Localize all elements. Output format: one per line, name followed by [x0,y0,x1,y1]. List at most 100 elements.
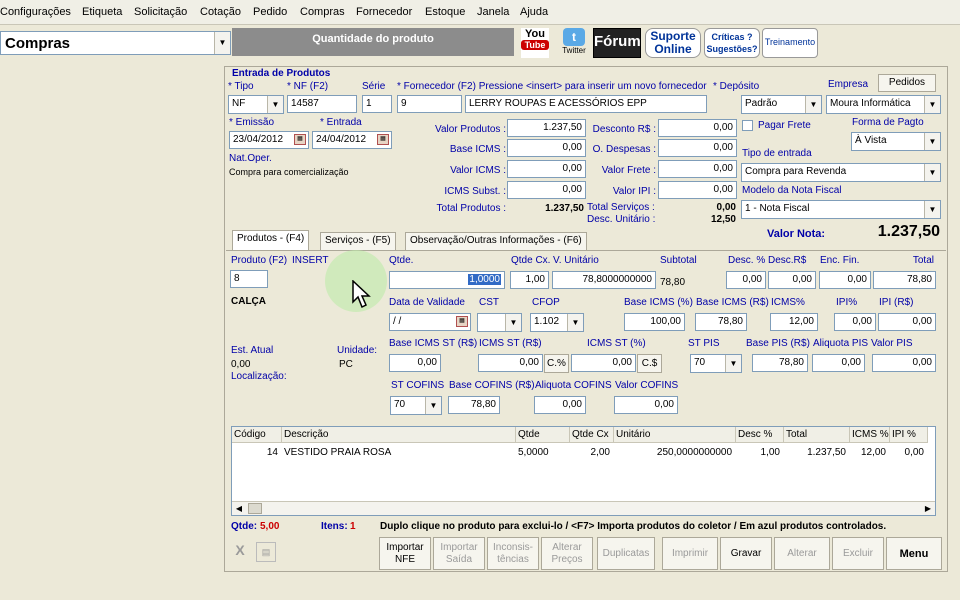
col-descricao[interactable]: Descrição [282,427,516,443]
validade-field[interactable]: / / ▦ [389,313,471,331]
fornecedor-code-field[interactable]: 9 [397,95,462,113]
st-cofins-value: 70 [394,399,406,410]
entrada-field[interactable]: 24/04/2012 ▦ [312,131,392,149]
importar-saida-button[interactable]: Importar Saída [433,537,485,570]
col-qtde-cx[interactable]: Qtde Cx [570,427,614,443]
menu-estoque[interactable]: Estoque [425,6,465,18]
desc-rs-field[interactable]: 0,00 [768,271,816,289]
cst-select[interactable]: ▼ [477,313,522,332]
icms-pct-field[interactable]: 12,00 [770,313,818,331]
calc-value-button[interactable]: C.$ [637,354,662,373]
suporte-online-button[interactable]: Suporte Online [645,28,701,58]
col-total[interactable]: Total [784,427,850,443]
valor-cofins-field[interactable]: 0,00 [614,396,678,414]
forma-pagto-value: À Vista [855,135,887,146]
menu-button[interactable]: Menu [886,537,942,570]
imprimir-button[interactable]: Imprimir [662,537,718,570]
tipo-entrada-select[interactable]: Compra para Revenda ▼ [741,163,941,182]
base-icms-pct-field[interactable]: 100,00 [624,313,685,331]
col-desc-pct[interactable]: Desc % [736,427,784,443]
aliq-cofins-field[interactable]: 0,00 [534,396,586,414]
export-icon[interactable]: ▤ [256,542,276,562]
menu-cotacao[interactable]: Cotação [200,6,241,18]
aliq-pis-field[interactable]: 0,00 [812,354,865,372]
table-row[interactable]: 14 VESTIDO PRAIA ROSA 5,0000 2,00 250,00… [232,445,932,462]
tipo-select[interactable]: NF ▼ [228,95,284,114]
desc-pct-field[interactable]: 0,00 [726,271,766,289]
alterar-button[interactable]: Alterar [774,537,830,570]
importar-nfe-button[interactable]: Importar NFE [379,537,431,570]
col-unitario[interactable]: Unitário [614,427,736,443]
valor-icms-field[interactable]: 0,00 [507,160,586,178]
criticas-sugestoes-button[interactable]: Críticas ? Sugestões? [704,28,760,58]
pagar-frete-checkbox[interactable] [742,120,753,131]
scroll-right-icon[interactable]: ▶ [921,502,935,515]
base-icms-st-field[interactable]: 0,00 [389,354,441,372]
forma-pagto-select[interactable]: À Vista ▼ [851,132,941,151]
base-cofins-field[interactable]: 78,80 [448,396,500,414]
v-unitario-field[interactable]: 78,8000000000 [552,271,656,289]
deposito-select[interactable]: Padrão ▼ [741,95,822,114]
icms-st-rs-field[interactable]: 0,00 [478,354,543,372]
ipi-rs-field[interactable]: 0,00 [878,313,936,331]
enc-fin-field[interactable]: 0,00 [819,271,871,289]
col-codigo[interactable]: Código [232,427,282,443]
calc-pct-button[interactable]: C.% [544,354,569,373]
empresa-select[interactable]: Moura Informática ▼ [826,95,941,114]
inconsistencias-button[interactable]: Inconsis-tências [487,537,539,570]
menu-janela[interactable]: Janela [477,6,509,18]
base-icms-field[interactable]: 0,00 [507,139,586,157]
pedidos-button[interactable]: Pedidos [878,74,936,92]
excel-icon[interactable]: X [230,542,250,562]
tab-servicos[interactable]: Serviços - (F5) [320,232,396,250]
tab-produtos[interactable]: Produtos - (F4) [232,230,310,250]
icms-subst-field[interactable]: 0,00 [507,181,586,199]
st-pis-select[interactable]: 70 ▼ [690,354,742,373]
alterar-precos-button[interactable]: Alterar Preços [541,537,593,570]
treinamento-button[interactable]: Treinamento [762,28,818,58]
serie-field[interactable]: 1 [362,95,392,113]
fornecedor-name-field[interactable]: LERRY ROUPAS E ACESSÓRIOS EPP [465,95,707,113]
duplicatas-button[interactable]: Duplicatas [597,537,655,570]
menu-fornecedor[interactable]: Fornecedor [356,6,412,18]
base-pis-field[interactable]: 78,80 [752,354,808,372]
modelo-nf-value: 1 - Nota Fiscal [745,203,810,214]
qtde-cx-field[interactable]: 1,00 [510,271,549,289]
menu-etiqueta[interactable]: Etiqueta [82,6,122,18]
menu-ajuda[interactable]: Ajuda [520,6,548,18]
forum-button[interactable]: Fórum [593,28,641,58]
scrollbar-thumb[interactable] [248,503,262,514]
valor-pis-field[interactable]: 0,00 [872,354,936,372]
menu-solicitacao[interactable]: Solicitação [134,6,187,18]
menu-pedido[interactable]: Pedido [253,6,287,18]
produto-code-field[interactable]: 8 [230,270,268,288]
scroll-left-icon[interactable]: ◀ [232,502,246,515]
st-cofins-select[interactable]: 70 ▼ [390,396,442,415]
icms-st-pct-field[interactable]: 0,00 [571,354,636,372]
alterar-precos-label-2: Preços [551,553,583,565]
gravar-button[interactable]: Gravar [720,537,772,570]
col-ipi-pct[interactable]: IPI % [890,427,928,443]
horizontal-scrollbar[interactable]: ◀ ▶ [232,501,935,515]
despesas-field[interactable]: 0,00 [658,139,737,157]
base-icms-rs-field[interactable]: 78,80 [695,313,747,331]
desconto-field[interactable]: 0,00 [658,119,737,137]
modelo-nf-select[interactable]: 1 - Nota Fiscal ▼ [741,200,941,219]
nf-field[interactable]: 14587 [287,95,357,113]
emissao-field[interactable]: 23/04/2012 ▦ [229,131,309,149]
twitter-button[interactable]: t Twitter [558,28,590,58]
menu-compras[interactable]: Compras [300,6,345,18]
desc-unitario-value: 12,50 [710,214,736,225]
col-qtde[interactable]: Qtde [516,427,570,443]
ipi-pct-field[interactable]: 0,00 [834,313,876,331]
tab-observacao[interactable]: Observação/Outras Informações - (F6) [405,232,587,250]
excluir-button[interactable]: Excluir [832,537,884,570]
qtde-field[interactable]: 1,0000 [389,271,505,289]
col-icms-pct[interactable]: ICMS % [850,427,890,443]
cfop-select[interactable]: 1.102 ▼ [530,313,584,332]
valor-frete-field[interactable]: 0,00 [658,160,737,178]
valor-ipi-field[interactable]: 0,00 [658,181,737,199]
module-selector[interactable]: Compras ▼ [0,31,231,55]
menu-configuracoes[interactable]: Configurações [0,6,71,18]
youtube-button[interactable]: You Tube [521,28,549,58]
